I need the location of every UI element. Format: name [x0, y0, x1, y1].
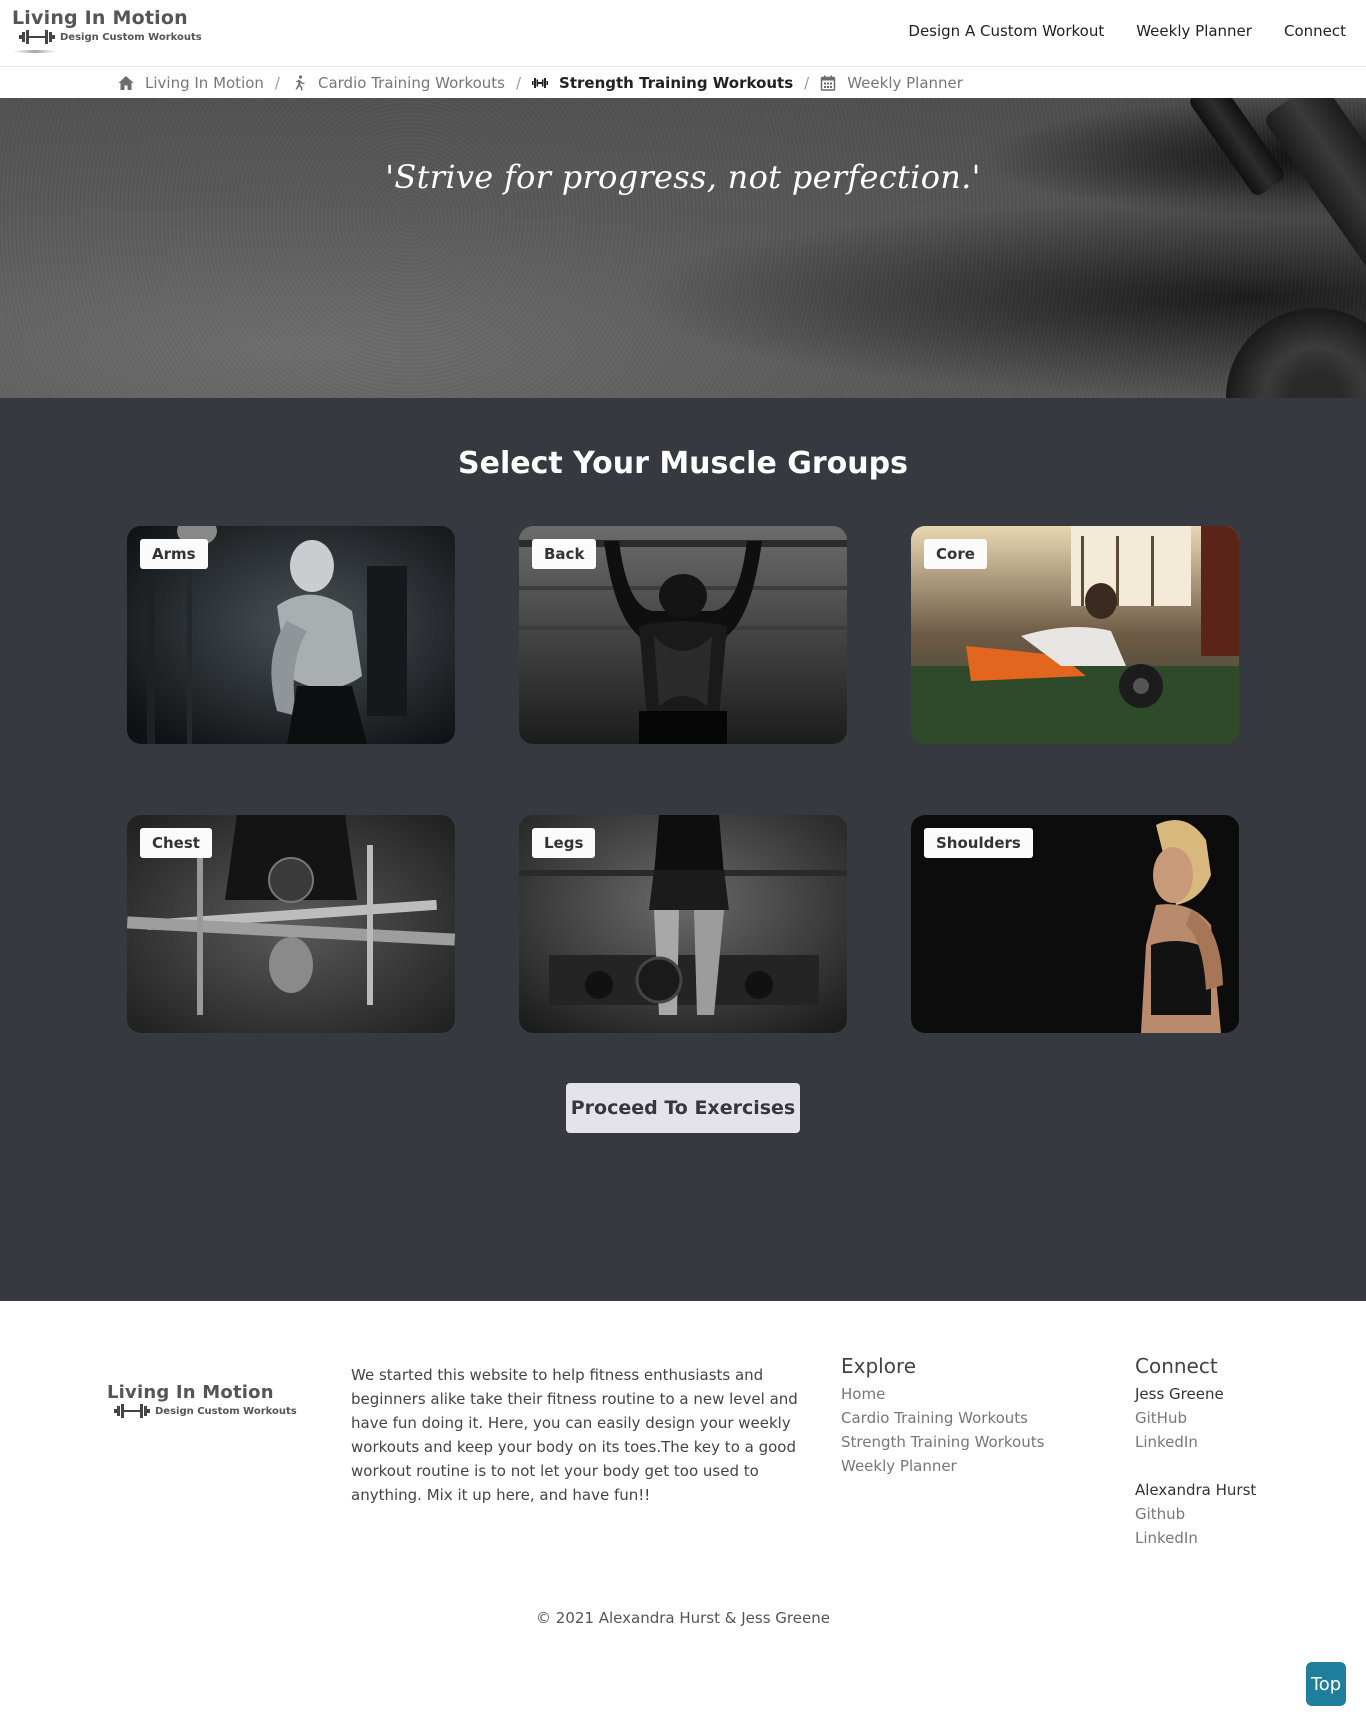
footer-person-name: Alexandra Hurst — [1135, 1481, 1257, 1499]
nav-weekly-planner[interactable]: Weekly Planner — [1136, 22, 1252, 40]
footer-explore-heading: Explore — [841, 1354, 917, 1378]
footer-brand-logo[interactable]: Living In Motion Design Custom Workouts — [107, 1382, 297, 1418]
muscle-label: Legs — [532, 828, 596, 858]
footer: Living In Motion Design Custom Workouts … — [0, 1301, 1366, 1727]
back-to-top-button[interactable]: Top — [1306, 1662, 1346, 1706]
muscle-label: Back — [532, 539, 597, 569]
brand-title: Living In Motion — [12, 7, 188, 29]
dumbbell-icon — [19, 30, 55, 44]
brand-logo[interactable]: Living In Motion Design Custom Workouts — [12, 7, 202, 44]
breadcrumb-weekly-planner[interactable]: Weekly Planner — [820, 74, 963, 92]
footer-link-cardio[interactable]: Cardio Training Workouts — [841, 1406, 1044, 1430]
muscle-card-back[interactable]: Back — [519, 526, 847, 744]
footer-brand-subtitle: Design Custom Workouts — [155, 1405, 297, 1417]
muscle-card-core[interactable]: Core — [911, 526, 1239, 744]
brand-subtitle: Design Custom Workouts — [60, 31, 202, 43]
breadcrumb-separator: / — [274, 73, 280, 92]
muscle-label: Shoulders — [924, 828, 1033, 858]
home-icon — [118, 75, 134, 90]
breadcrumb-cardio[interactable]: Cardio Training Workouts — [291, 74, 505, 92]
nav-connect[interactable]: Connect — [1284, 22, 1346, 40]
footer-linkedin-link[interactable]: LinkedIn — [1135, 1526, 1256, 1550]
copyright: © 2021 Alexandra Hurst & Jess Greene — [536, 1609, 830, 1627]
breadcrumb-separator: / — [515, 73, 522, 92]
brand-swoosh — [12, 50, 58, 53]
breadcrumb-home[interactable]: Living In Motion — [118, 74, 264, 92]
proceed-to-exercises-button[interactable]: Proceed To Exercises — [566, 1083, 800, 1133]
hero-quote: 'Strive for progress, not perfection.' — [385, 158, 981, 196]
muscle-card-legs[interactable]: Legs — [519, 815, 847, 1033]
main-nav: Design A Custom Workout Weekly Planner C… — [876, 22, 1346, 40]
footer-brand-title: Living In Motion — [107, 1382, 274, 1403]
calendar-icon — [820, 75, 836, 91]
muscle-label: Chest — [140, 828, 212, 858]
running-icon — [295, 74, 305, 90]
dumbbell-icon — [114, 1404, 150, 1418]
footer-connect-heading: Connect — [1135, 1354, 1218, 1378]
section-heading: Select Your Muscle Groups — [458, 446, 908, 481]
footer-linkedin-link[interactable]: LinkedIn — [1135, 1430, 1256, 1454]
muscle-card-arms[interactable]: Arms — [127, 526, 455, 744]
footer-link-strength[interactable]: Strength Training Workouts — [841, 1430, 1044, 1454]
footer-github-link[interactable]: Github — [1135, 1502, 1256, 1526]
breadcrumb-strength[interactable]: Strength Training Workouts — [532, 74, 793, 92]
nav-design-workout[interactable]: Design A Custom Workout — [908, 22, 1104, 40]
muscle-card-shoulders[interactable]: Shoulders — [911, 815, 1239, 1033]
breadcrumb: Living In Motion / Cardio Training Worko… — [0, 67, 1366, 98]
footer-person-name: Jess Greene — [1135, 1385, 1224, 1403]
breadcrumb-separator: / — [804, 73, 810, 92]
footer-about-text: We started this website to help fitness … — [351, 1366, 798, 1504]
hero-banner: 'Strive for progress, not perfection.' — [0, 98, 1366, 398]
navbar: Living In Motion Design Custom Workouts … — [0, 0, 1366, 67]
dumbbell-icon — [532, 77, 549, 88]
footer-connect: Connect Jess Greene GitHub LinkedIn Alex… — [1135, 1354, 1256, 1550]
footer-explore: Explore Home Cardio Training Workouts St… — [841, 1354, 1044, 1478]
footer-link-weekly-planner[interactable]: Weekly Planner — [841, 1454, 1044, 1478]
muscle-label: Core — [924, 539, 987, 569]
muscle-label: Arms — [140, 539, 208, 569]
hero-texture — [0, 98, 1366, 398]
footer-link-home[interactable]: Home — [841, 1382, 1044, 1406]
footer-github-link[interactable]: GitHub — [1135, 1406, 1256, 1430]
muscle-groups-section: Select Your Muscle Groups Arms Back Core… — [0, 398, 1366, 1301]
muscle-card-chest[interactable]: Chest — [127, 815, 455, 1033]
